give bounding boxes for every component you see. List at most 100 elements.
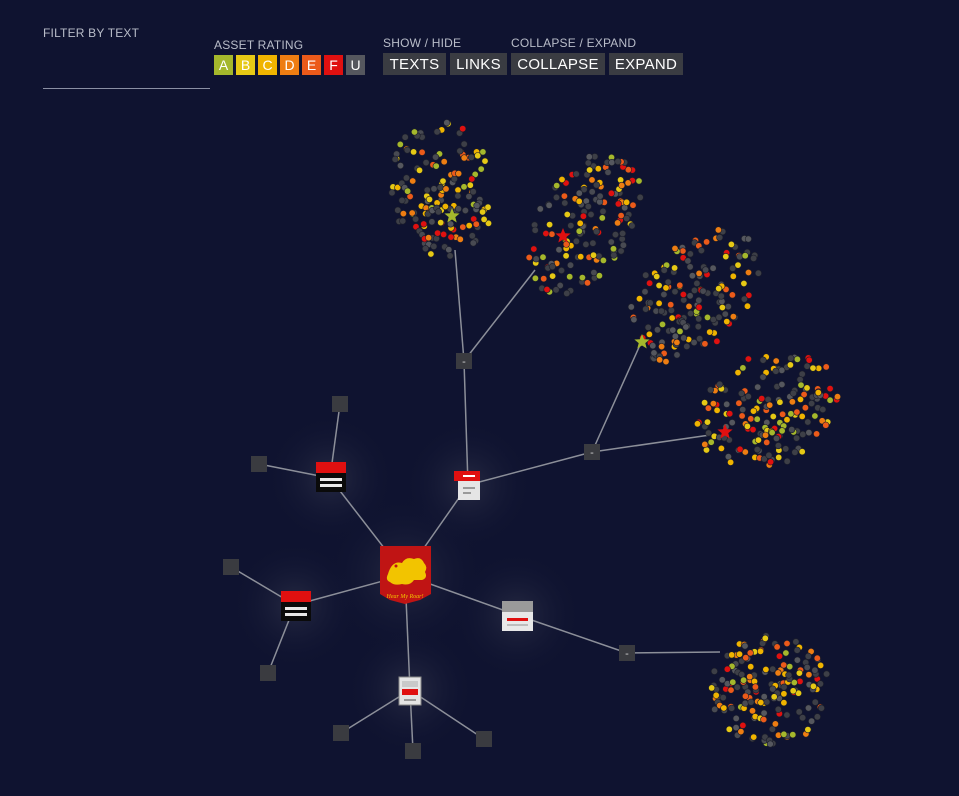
- asset-dot[interactable]: [474, 152, 482, 160]
- asset-dot[interactable]: [739, 364, 747, 372]
- asset-dot[interactable]: [402, 174, 410, 182]
- collapse-marker[interactable]: -: [584, 444, 600, 460]
- asset-dot[interactable]: [703, 313, 711, 321]
- asset-dot[interactable]: [780, 661, 788, 669]
- asset-dot[interactable]: [685, 302, 693, 310]
- asset-dot[interactable]: [774, 705, 782, 713]
- asset-dot[interactable]: [774, 669, 782, 677]
- asset-dot[interactable]: [614, 219, 622, 227]
- asset-dot[interactable]: [607, 189, 615, 197]
- asset-dot[interactable]: [558, 176, 566, 184]
- asset-dot[interactable]: [628, 222, 636, 230]
- asset-dot[interactable]: [536, 205, 544, 213]
- asset-dot[interactable]: [642, 305, 650, 313]
- asset-dot[interactable]: [805, 671, 813, 679]
- asset-dot[interactable]: [772, 367, 780, 375]
- asset-dot[interactable]: [715, 285, 723, 293]
- asset-dot[interactable]: [719, 694, 727, 702]
- asset-dot[interactable]: [788, 398, 796, 406]
- asset-dot[interactable]: [586, 166, 594, 174]
- asset-dot[interactable]: [617, 212, 625, 220]
- asset-dot[interactable]: [473, 202, 481, 210]
- asset-dot[interactable]: [690, 338, 698, 346]
- asset-dot[interactable]: [671, 264, 679, 272]
- asset-dot[interactable]: [557, 266, 565, 274]
- asset-dot[interactable]: [619, 230, 627, 238]
- asset-dot[interactable]: [713, 406, 721, 414]
- asset-dot[interactable]: [468, 232, 476, 240]
- hub-node[interactable]: Hear My Roar!: [380, 546, 431, 604]
- asset-dot[interactable]: [799, 714, 807, 722]
- asset-dot[interactable]: [734, 369, 742, 377]
- asset-dot[interactable]: [747, 698, 755, 706]
- asset-dot[interactable]: [751, 683, 759, 691]
- asset-dot[interactable]: [624, 179, 632, 187]
- asset-dot[interactable]: [480, 215, 488, 223]
- asset-dot[interactable]: [588, 176, 596, 184]
- asset-dot[interactable]: [744, 268, 752, 276]
- asset-dot[interactable]: [671, 245, 679, 253]
- asset-dot[interactable]: [579, 212, 587, 220]
- asset-dot[interactable]: [396, 162, 404, 170]
- asset-dot[interactable]: [614, 200, 622, 208]
- asset-dot[interactable]: [744, 355, 752, 363]
- asset-dot[interactable]: [816, 680, 824, 688]
- asset-dot[interactable]: [584, 159, 592, 167]
- asset-dot[interactable]: [695, 315, 703, 323]
- asset-dot[interactable]: [742, 654, 750, 662]
- asset-dot[interactable]: [430, 242, 438, 250]
- asset-dot[interactable]: [811, 412, 819, 420]
- asset-dot[interactable]: [795, 669, 803, 677]
- asset-cluster[interactable]: [693, 353, 841, 469]
- asset-dot[interactable]: [454, 205, 462, 213]
- asset-dot[interactable]: [484, 203, 492, 211]
- asset-dot[interactable]: [693, 279, 701, 287]
- asset-dot[interactable]: [590, 269, 598, 277]
- asset-dot[interactable]: [766, 401, 774, 409]
- asset-dot[interactable]: [783, 457, 791, 465]
- asset-dot[interactable]: [642, 271, 650, 279]
- asset-dot[interactable]: [804, 704, 812, 712]
- asset-dot[interactable]: [576, 219, 584, 227]
- asset-dot[interactable]: [760, 693, 768, 701]
- asset-dot[interactable]: [792, 638, 800, 646]
- asset-cluster[interactable]: [388, 119, 492, 260]
- asset-dot[interactable]: [761, 431, 769, 439]
- asset-dot[interactable]: [775, 453, 783, 461]
- asset-dot[interactable]: [599, 207, 607, 215]
- asset-dot[interactable]: [391, 155, 399, 163]
- asset-dot[interactable]: [776, 398, 784, 406]
- asset-dot[interactable]: [740, 295, 748, 303]
- asset-dot[interactable]: [695, 303, 703, 311]
- asset-dot[interactable]: [566, 261, 574, 269]
- asset-cluster[interactable]: [525, 153, 644, 297]
- asset-dot[interactable]: [803, 362, 811, 370]
- asset-dot[interactable]: [412, 215, 420, 223]
- asset-dot[interactable]: [425, 234, 433, 242]
- asset-dot[interactable]: [404, 187, 412, 195]
- asset-dot[interactable]: [705, 429, 713, 437]
- asset-dot[interactable]: [460, 154, 468, 162]
- asset-dot[interactable]: [421, 245, 429, 253]
- asset-dot[interactable]: [720, 704, 728, 712]
- document-node-red[interactable]: [316, 462, 346, 492]
- asset-dot[interactable]: [741, 642, 749, 650]
- asset-dot[interactable]: [750, 733, 758, 741]
- asset-dot[interactable]: [607, 238, 615, 246]
- asset-dot[interactable]: [465, 193, 473, 201]
- asset-dot[interactable]: [778, 380, 786, 388]
- asset-dot[interactable]: [646, 279, 654, 287]
- asset-dot[interactable]: [822, 363, 830, 371]
- asset-dot[interactable]: [798, 412, 806, 420]
- asset-dot[interactable]: [754, 269, 762, 277]
- asset-dot[interactable]: [701, 399, 709, 407]
- asset-dot[interactable]: [728, 704, 736, 712]
- asset-dot[interactable]: [785, 671, 793, 679]
- asset-dot[interactable]: [549, 272, 557, 280]
- asset-dot[interactable]: [465, 222, 473, 230]
- asset-dot[interactable]: [765, 451, 773, 459]
- asset-dot[interactable]: [459, 125, 467, 133]
- asset-dot[interactable]: [703, 418, 711, 426]
- asset-dot[interactable]: [724, 303, 732, 311]
- asset-dot[interactable]: [456, 235, 464, 243]
